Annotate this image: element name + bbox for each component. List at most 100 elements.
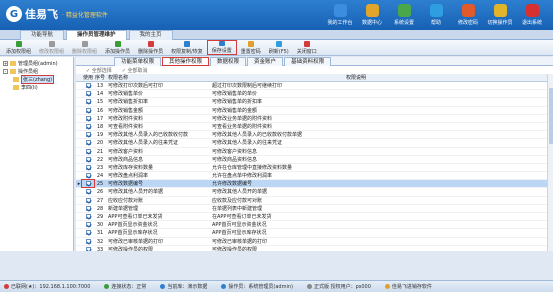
toolbar-button-3[interactable]: 添加操作员 — [101, 40, 134, 55]
permission-desc: 可修改其他人员开的单据 — [212, 189, 268, 196]
use-checkbox[interactable] — [85, 214, 91, 219]
use-cell[interactable] — [82, 188, 94, 195]
use-cell[interactable] — [82, 90, 94, 97]
expander-icon[interactable]: - — [3, 68, 8, 74]
use-cell[interactable] — [82, 148, 94, 155]
use-cell[interactable] — [82, 221, 94, 228]
use-cell[interactable] — [82, 98, 94, 105]
table-row[interactable]: 20 可修改其他人员录入的往来凭证 可修改其他人员录入的往来凭证 — [76, 139, 553, 148]
toolbar-button-7[interactable]: 重置密码 — [237, 40, 265, 55]
use-checkbox[interactable] — [85, 91, 91, 97]
tree-node-0[interactable]: + 管理员组(admin) — [0, 59, 73, 67]
row-filler — [346, 123, 553, 130]
toolbar-button-1[interactable]: 修改权限组 — [35, 40, 68, 55]
subtab-0[interactable]: 功能菜单权限 — [114, 57, 162, 66]
use-cell[interactable] — [81, 179, 95, 189]
row-filler — [346, 131, 553, 138]
table-row[interactable]: 16 可修改销售金额 可修改销售单的金额 — [76, 107, 553, 115]
use-checkbox[interactable] — [85, 222, 91, 228]
use-checkbox[interactable] — [85, 156, 91, 162]
use-checkbox[interactable] — [85, 238, 91, 244]
use-cell[interactable] — [82, 131, 94, 138]
nav-item-0[interactable]: 我的工作台 — [325, 2, 355, 28]
subtab-2[interactable]: 数据权限 — [210, 57, 247, 66]
nav-item-1[interactable]: 数据中心 — [357, 2, 387, 28]
scroll-thumb[interactable] — [549, 88, 553, 144]
toolbar-button-5[interactable]: 权限复制/恢复 — [167, 40, 207, 55]
use-checkbox[interactable] — [85, 123, 91, 129]
table-row[interactable]: 13 可修改打印次数后可打印 超过打印次数限制后可继续打印 — [76, 82, 553, 91]
use-cell[interactable] — [82, 229, 94, 236]
use-cell[interactable] — [82, 123, 94, 130]
use-checkbox[interactable] — [85, 197, 91, 203]
nav-item-2[interactable]: 系统设置 — [389, 2, 419, 28]
nav-item-5[interactable]: 切换操作员 — [485, 2, 515, 28]
use-cell[interactable] — [82, 107, 94, 114]
use-cell[interactable] — [82, 156, 94, 163]
use-cell[interactable] — [82, 172, 94, 179]
use-cell[interactable] — [82, 238, 94, 245]
table-row[interactable]: 15 可修改销售折扣率 可修改销售单的折扣率 — [76, 98, 553, 107]
table-row[interactable]: 14 可修改销售单价 可修改销售单的单价 — [76, 90, 553, 99]
table-row[interactable]: 32 可修改已审核单据的打印 可修改已审核单据的打印 — [76, 238, 553, 246]
use-checkbox[interactable] — [85, 107, 91, 113]
use-cell[interactable] — [82, 139, 94, 146]
tree-node-2[interactable]: 张三(zhang) — [0, 74, 73, 84]
subtab-4[interactable]: 基础资料权限 — [284, 57, 332, 66]
table-row[interactable]: 26 可修改其他人员开的单据 可修改其他人员开的单据 — [76, 188, 553, 197]
tree-node-3[interactable]: 李四(li) — [0, 83, 73, 91]
table-row[interactable]: 28 新建单据管理 在单据列表中新建管理 — [76, 205, 553, 213]
subtab-1[interactable]: 其他操作权限 — [162, 57, 210, 66]
nav-label: 数据中心 — [361, 20, 382, 26]
subtab-3[interactable]: 资金账户 — [247, 57, 284, 66]
use-checkbox[interactable] — [85, 148, 91, 154]
vertical-scrollbar[interactable] — [547, 74, 553, 251]
use-cell[interactable] — [82, 164, 94, 171]
nav-item-6[interactable]: 退出系统 — [517, 2, 547, 28]
nav-item-4[interactable]: 修改密码 — [453, 2, 483, 28]
table-row[interactable]: 19 可修改其他人员录入的已收款收付款 可修改其他人员录入的已收款收付款单据 — [76, 131, 553, 140]
permission-desc: 可修改销售单的金额 — [212, 107, 258, 114]
toolbar-button-9[interactable]: 关闭窗口 — [293, 40, 321, 55]
toolbar-button-8[interactable]: 刷新(F5) — [265, 40, 293, 55]
use-checkbox[interactable] — [85, 230, 91, 236]
use-cell[interactable] — [82, 82, 94, 89]
use-checkbox[interactable] — [85, 189, 91, 195]
use-checkbox[interactable] — [85, 99, 91, 105]
row-filler — [346, 107, 553, 114]
toolbar-button-0[interactable]: 添加权限组 — [2, 40, 35, 55]
tab-2[interactable]: 我的主页 — [128, 30, 173, 40]
table-row[interactable]: 29 APP可查看订单已未发货 在APP可查看订单已未发货 — [76, 213, 553, 222]
toolbar-button-2[interactable]: 删除权限组 — [68, 40, 101, 55]
use-checkbox[interactable] — [85, 140, 91, 146]
table-row[interactable]: 17 可修改附件资料 可修改业务单据的附件资料 — [76, 115, 553, 123]
table-row[interactable]: 23 可修改库存资料数量 允许在仓库管理中直接修改资料数量 — [76, 164, 553, 173]
select-action-0[interactable]: ✓ 全部选择 — [86, 67, 112, 74]
table-row[interactable]: ▸ 25 可修改数据编号 允许修改数据编号 — [76, 179, 553, 189]
table-row[interactable]: 31 APP首页显示库存状况 APP首页可显示库存状况 — [76, 229, 553, 238]
use-cell[interactable] — [82, 205, 94, 212]
table-row[interactable]: 27 应收应付款对账 应收款及应付款可对账 — [76, 197, 553, 205]
use-cell[interactable] — [82, 197, 94, 204]
use-checkbox[interactable] — [85, 164, 91, 170]
table-row[interactable]: 22 可修改商品信息 可修改商品资料信息 — [76, 156, 553, 164]
expander-icon[interactable]: + — [3, 60, 8, 66]
use-cell[interactable] — [82, 213, 94, 220]
table-row[interactable]: 18 可查看附件资料 可查看业务单据的附件资料 — [76, 123, 553, 132]
toolbar-button-6[interactable]: 保存设置 — [206, 40, 237, 55]
use-cell[interactable] — [82, 115, 94, 122]
use-checkbox[interactable] — [85, 115, 91, 121]
select-action-1[interactable]: ✓ 全部取消 — [122, 67, 148, 74]
nav-item-3[interactable]: 帮助 — [421, 2, 451, 28]
tab-0[interactable]: 功能导航 — [20, 30, 65, 40]
use-checkbox[interactable] — [85, 83, 91, 88]
table-row[interactable]: 30 APP首页显示资金状况 APP首页可显示资金状况 — [76, 221, 553, 230]
use-checkbox[interactable] — [85, 173, 91, 179]
table-row[interactable]: 21 可修改客户资料 可修改客户资料信息 — [76, 148, 553, 156]
use-checkbox[interactable] — [85, 205, 91, 211]
table-row[interactable]: 24 可修改盘点利润率 允许在盘点单中修改利润率 — [76, 172, 553, 181]
tab-1[interactable]: 操作员管理维护 — [66, 30, 127, 40]
toolbar-button-4[interactable]: 删除操作员 — [134, 40, 167, 55]
use-checkbox[interactable] — [85, 181, 91, 187]
use-checkbox[interactable] — [85, 132, 91, 138]
